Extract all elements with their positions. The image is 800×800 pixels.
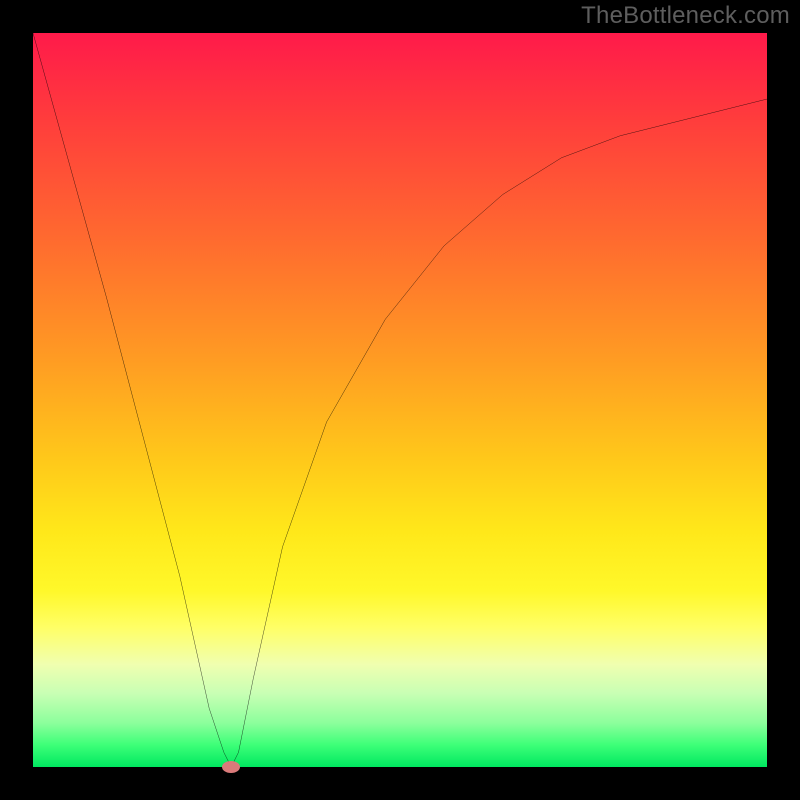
bottleneck-curve bbox=[33, 33, 767, 767]
chart-frame: TheBottleneck.com bbox=[0, 0, 800, 800]
curve-minimum-marker bbox=[222, 761, 240, 773]
watermark-text: TheBottleneck.com bbox=[581, 2, 790, 30]
